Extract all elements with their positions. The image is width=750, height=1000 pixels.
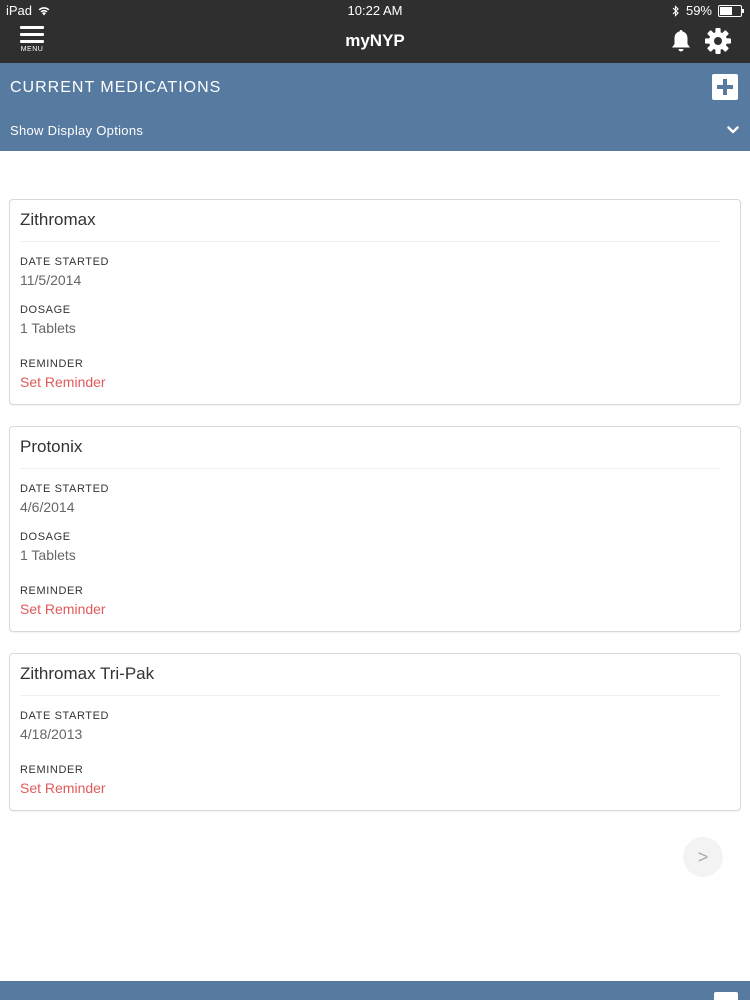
- medication-card: Zithromax Tri-Pak DATE STARTED 4/18/2013…: [9, 653, 741, 811]
- set-reminder-link[interactable]: Set Reminder: [20, 780, 106, 796]
- set-reminder-link[interactable]: Set Reminder: [20, 601, 106, 617]
- date-started-label: DATE STARTED: [20, 483, 110, 495]
- chevron-down-icon: [727, 126, 739, 134]
- bell-icon: [672, 30, 690, 52]
- notifications-button[interactable]: [668, 28, 694, 54]
- section-header: CURRENT MEDICATIONS Show Display Options: [0, 63, 750, 151]
- medication-name: Protonix: [20, 437, 720, 469]
- dosage-value: 1 Tablets: [20, 547, 76, 563]
- hamburger-icon: [20, 26, 44, 29]
- dosage-label: DOSAGE: [20, 531, 71, 543]
- medication-card: Zithromax DATE STARTED 11/5/2014 DOSAGE …: [9, 199, 741, 405]
- add-medication-button[interactable]: [712, 74, 738, 100]
- date-started-label: DATE STARTED: [20, 256, 110, 268]
- nav-bar: MENU myNYP: [0, 20, 750, 63]
- date-started-value: 11/5/2014: [20, 272, 82, 288]
- dosage-label: DOSAGE: [20, 304, 71, 316]
- date-started-value: 4/6/2014: [20, 499, 75, 515]
- battery-icon: [718, 4, 744, 17]
- gear-icon: [705, 28, 731, 54]
- bluetooth-icon: [672, 4, 679, 17]
- date-started-value: 4/18/2013: [20, 726, 83, 742]
- medication-name: Zithromax: [20, 210, 720, 242]
- settings-button[interactable]: [704, 27, 732, 55]
- reminder-label: REMINDER: [20, 358, 84, 370]
- set-reminder-link[interactable]: Set Reminder: [20, 374, 106, 390]
- reminder-label: REMINDER: [20, 585, 84, 597]
- app-title: myNYP: [345, 31, 405, 50]
- medication-name: Zithromax Tri-Pak: [20, 664, 720, 696]
- show-display-options[interactable]: Show Display Options: [10, 123, 143, 138]
- bottom-bar-icon[interactable]: [714, 992, 738, 1000]
- page-title: CURRENT MEDICATIONS: [10, 79, 222, 96]
- battery-percent: 59%: [685, 3, 712, 18]
- status-time: 10:22 AM: [347, 3, 403, 18]
- next-page-button[interactable]: >: [683, 837, 723, 877]
- bottom-bar: [0, 981, 750, 1000]
- medication-card: Protonix DATE STARTED 4/6/2014 DOSAGE 1 …: [9, 426, 741, 632]
- display-options-toggle[interactable]: [726, 123, 740, 137]
- dosage-value: 1 Tablets: [20, 320, 76, 336]
- status-bar: iPad 10:22 AM 59%: [0, 0, 750, 20]
- date-started-label: DATE STARTED: [20, 710, 110, 722]
- medication-list: Zithromax DATE STARTED 11/5/2014 DOSAGE …: [9, 199, 741, 832]
- status-right: 59%: [672, 3, 744, 18]
- reminder-label: REMINDER: [20, 764, 84, 776]
